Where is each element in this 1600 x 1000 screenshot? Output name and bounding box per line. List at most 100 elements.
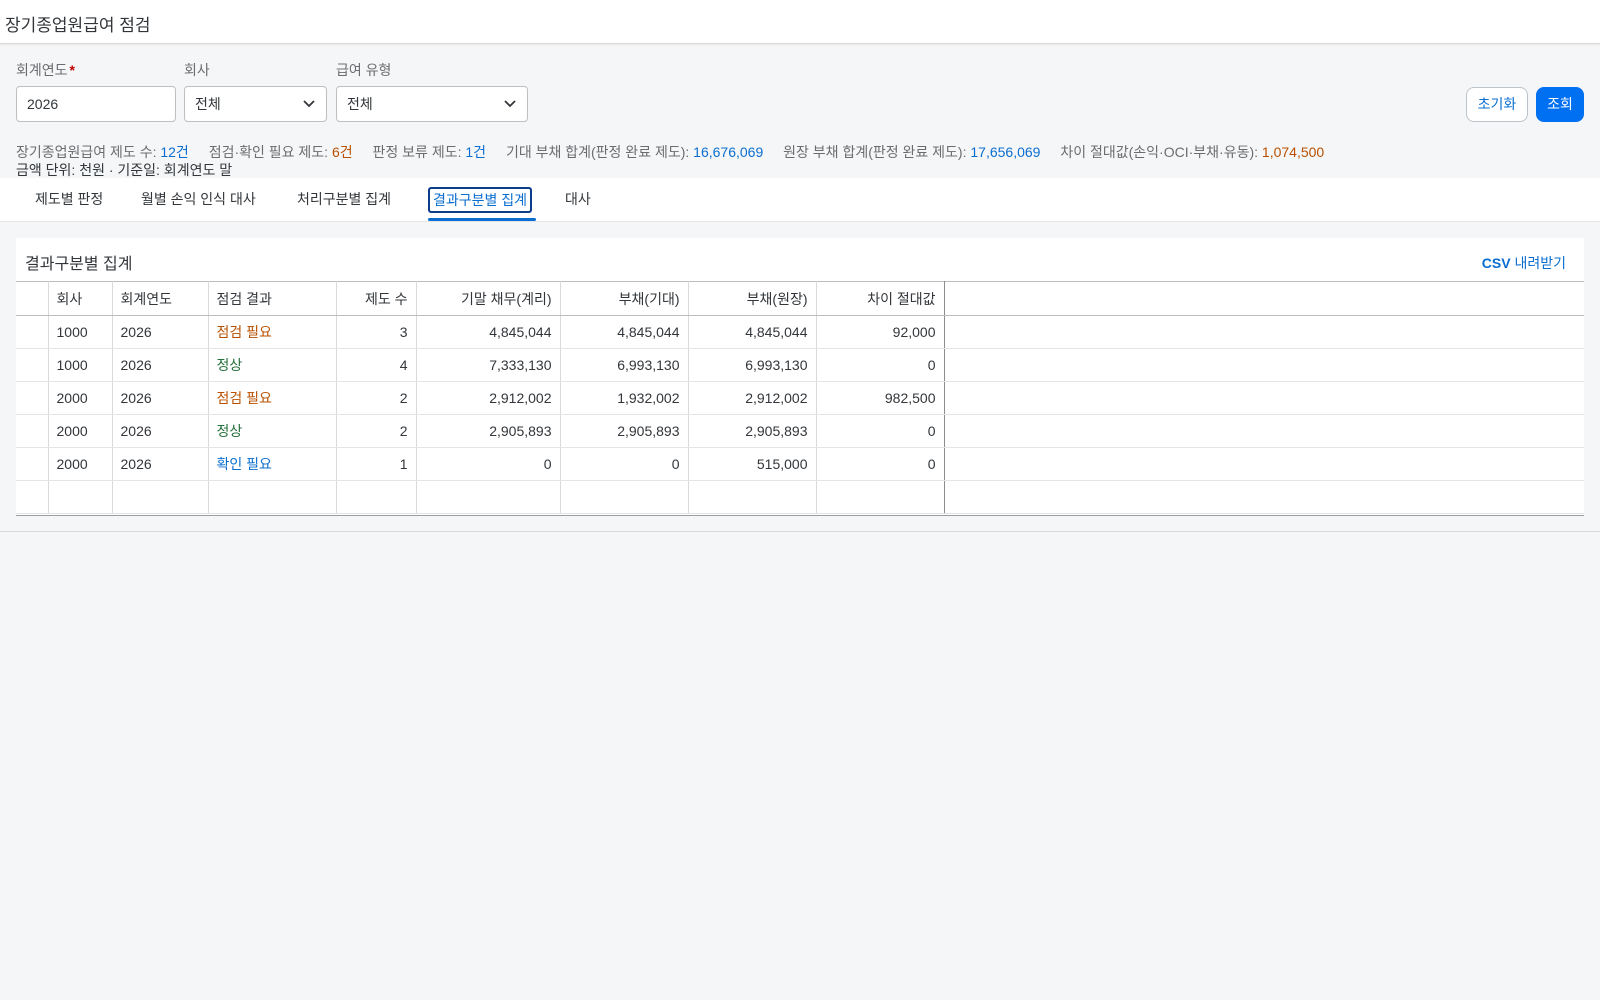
- cell-liability-expected: 4,845,044: [560, 315, 689, 349]
- cell-company: 2000: [48, 414, 113, 448]
- table-row[interactable]: 2000 2026 확인 필요 1 0 0 515,000 0: [16, 447, 1584, 481]
- table-row[interactable]: 1000 2026 정상 4 7,333,130 6,993,130 6,993…: [16, 348, 1584, 382]
- pay-type-select[interactable]: 전체: [336, 86, 528, 122]
- table-row[interactable]: 2000 2026 점검 필요 2 2,912,002 1,932,002 2,…: [16, 381, 1584, 415]
- cell-liability-ledger: 6,993,130: [688, 348, 817, 382]
- company-label: 회사: [184, 62, 210, 78]
- column-header-year[interactable]: 회계연도: [112, 281, 209, 316]
- cell-liability-expected: 0: [560, 447, 689, 481]
- row-selector[interactable]: [16, 315, 49, 349]
- tab-bar: 제도별 판정 월별 손익 인식 대사 처리구분별 집계 결과구분별 집계 대사: [0, 178, 1600, 222]
- result-table: 회사 회계연도 점검 결과 제도 수 기말 채무(계리) 부채(기대) 부채(원…: [16, 281, 1584, 514]
- cell-obligation: 4,845,044: [416, 315, 561, 349]
- cell-obligation: 2,912,002: [416, 381, 561, 415]
- cell-liability-ledger: 2,912,002: [688, 381, 817, 415]
- column-header-liability-expected[interactable]: 부채(기대): [560, 281, 689, 316]
- cell-result: 정상: [208, 348, 337, 382]
- table-row[interactable]: 1000 2026 점검 필요 3 4,845,044 4,845,044 4,…: [16, 315, 1584, 349]
- check-count-label: 점검·확인 필요 제도:: [208, 144, 329, 160]
- year-label: 회계연도 *: [16, 62, 75, 78]
- cell-result: 정상: [208, 414, 337, 448]
- cell-diff: 0: [816, 348, 945, 382]
- column-header-result[interactable]: 점검 결과: [208, 281, 337, 316]
- cell-liability-ledger: 2,905,893: [688, 414, 817, 448]
- cell-count: 2: [336, 414, 417, 448]
- column-header-obligation[interactable]: 기말 채무(계리): [416, 281, 561, 316]
- row-selector-header: [16, 281, 49, 316]
- cell-obligation: 2,905,893: [416, 414, 561, 448]
- year-input[interactable]: 2026: [16, 86, 176, 122]
- cell-company: 2000: [48, 447, 113, 481]
- cell-company: 1000: [48, 348, 113, 382]
- cell-count: 4: [336, 348, 417, 382]
- column-header-diff[interactable]: 차이 절대값: [816, 281, 945, 316]
- cell-year: 2026: [112, 381, 209, 415]
- chevron-down-icon: [504, 100, 516, 108]
- table-row[interactable]: 2000 2026 정상 2 2,905,893 2,905,893 2,905…: [16, 414, 1584, 448]
- cell-company: 1000: [48, 315, 113, 349]
- result-summary-panel: 결과구분별 집계 CSV 내려받기 회사 회계연도 점검 결과 제도 수 기말 …: [16, 238, 1584, 516]
- tab-by-plan[interactable]: 제도별 판정: [35, 189, 103, 209]
- diff-total-value: 1,074,500: [1261, 144, 1325, 160]
- pay-type-select-value: 전체: [347, 96, 373, 112]
- cell-liability-expected: 6,993,130: [560, 348, 689, 382]
- cell-obligation: 0: [416, 447, 561, 481]
- tab-reconciliation[interactable]: 대사: [565, 189, 591, 209]
- column-header-count[interactable]: 제도 수: [336, 281, 417, 316]
- cell-count: 2: [336, 381, 417, 415]
- cell-liability-expected: 2,905,893: [560, 414, 689, 448]
- row-selector[interactable]: [16, 447, 49, 481]
- cell-liability-expected: 1,932,002: [560, 381, 689, 415]
- csv-download-link[interactable]: CSV 내려받기: [1482, 253, 1566, 273]
- summary-bar: 장기종업원급여 제도 수: 12건 점검·확인 필요 제도: 6건 판정 보류 …: [16, 142, 1340, 162]
- cell-diff: 92,000: [816, 315, 945, 349]
- cell-diff: 0: [816, 447, 945, 481]
- column-header-company[interactable]: 회사: [48, 281, 113, 316]
- cell-year: 2026: [112, 447, 209, 481]
- title-bar: 장기종업원급여 점검: [0, 0, 1600, 44]
- search-button[interactable]: 조회: [1536, 87, 1584, 122]
- panel-title: 결과구분별 집계: [25, 256, 133, 273]
- company-select-value: 전체: [195, 96, 221, 112]
- unit-note: 금액 단위: 천원 · 기준일: 회계연도 말: [16, 162, 233, 178]
- plans-count-value: 12건: [160, 144, 189, 160]
- reset-button[interactable]: 초기화: [1466, 87, 1528, 122]
- hold-count-value: 1건: [465, 144, 487, 160]
- hold-count-label: 판정 보류 제도:: [372, 144, 462, 160]
- table-header-row: 회사 회계연도 점검 결과 제도 수 기말 채무(계리) 부채(기대) 부채(원…: [16, 281, 1584, 316]
- content-divider: [0, 531, 1600, 532]
- page-title: 장기종업원급여 점검: [5, 16, 151, 35]
- cell-year: 2026: [112, 348, 209, 382]
- cell-liability-ledger: 515,000: [688, 447, 817, 481]
- column-header-liability-ledger[interactable]: 부채(원장): [688, 281, 817, 316]
- cell-obligation: 7,333,130: [416, 348, 561, 382]
- required-mark: *: [69, 62, 75, 78]
- table-bottom-border: [16, 515, 1584, 516]
- diff-total-label: 차이 절대값(손익·OCI·부채·유동):: [1060, 144, 1259, 160]
- header-filler: [944, 281, 1584, 316]
- cell-year: 2026: [112, 414, 209, 448]
- plans-count-label: 장기종업원급여 제도 수:: [16, 144, 157, 160]
- cell-result: 점검 필요: [208, 315, 337, 349]
- cell-year: 2026: [112, 315, 209, 349]
- row-selector[interactable]: [16, 381, 49, 415]
- cell-result: 점검 필요: [208, 381, 337, 415]
- cell-count: 1: [336, 447, 417, 481]
- ledger-total-value: 17,656,069: [970, 144, 1041, 160]
- cell-company: 2000: [48, 381, 113, 415]
- company-select[interactable]: 전체: [184, 86, 327, 122]
- row-selector[interactable]: [16, 414, 49, 448]
- active-tab-indicator: [428, 218, 536, 221]
- row-selector[interactable]: [16, 348, 49, 382]
- tab-by-result[interactable]: 결과구분별 집계: [428, 187, 533, 213]
- cell-liability-ledger: 4,845,044: [688, 315, 817, 349]
- cell-diff: 0: [816, 414, 945, 448]
- cell-diff: 982,500: [816, 381, 945, 415]
- tab-monthly-reconciliation[interactable]: 월별 손익 인식 대사: [141, 189, 256, 209]
- chevron-down-icon: [303, 100, 315, 108]
- expected-total-label: 기대 부채 합계(판정 완료 제도):: [505, 144, 690, 160]
- tab-by-treatment[interactable]: 처리구분별 집계: [297, 189, 391, 209]
- pay-type-label: 급여 유형: [336, 62, 392, 78]
- check-count-value: 6건: [331, 144, 353, 160]
- expected-total-value: 16,676,069: [693, 144, 764, 160]
